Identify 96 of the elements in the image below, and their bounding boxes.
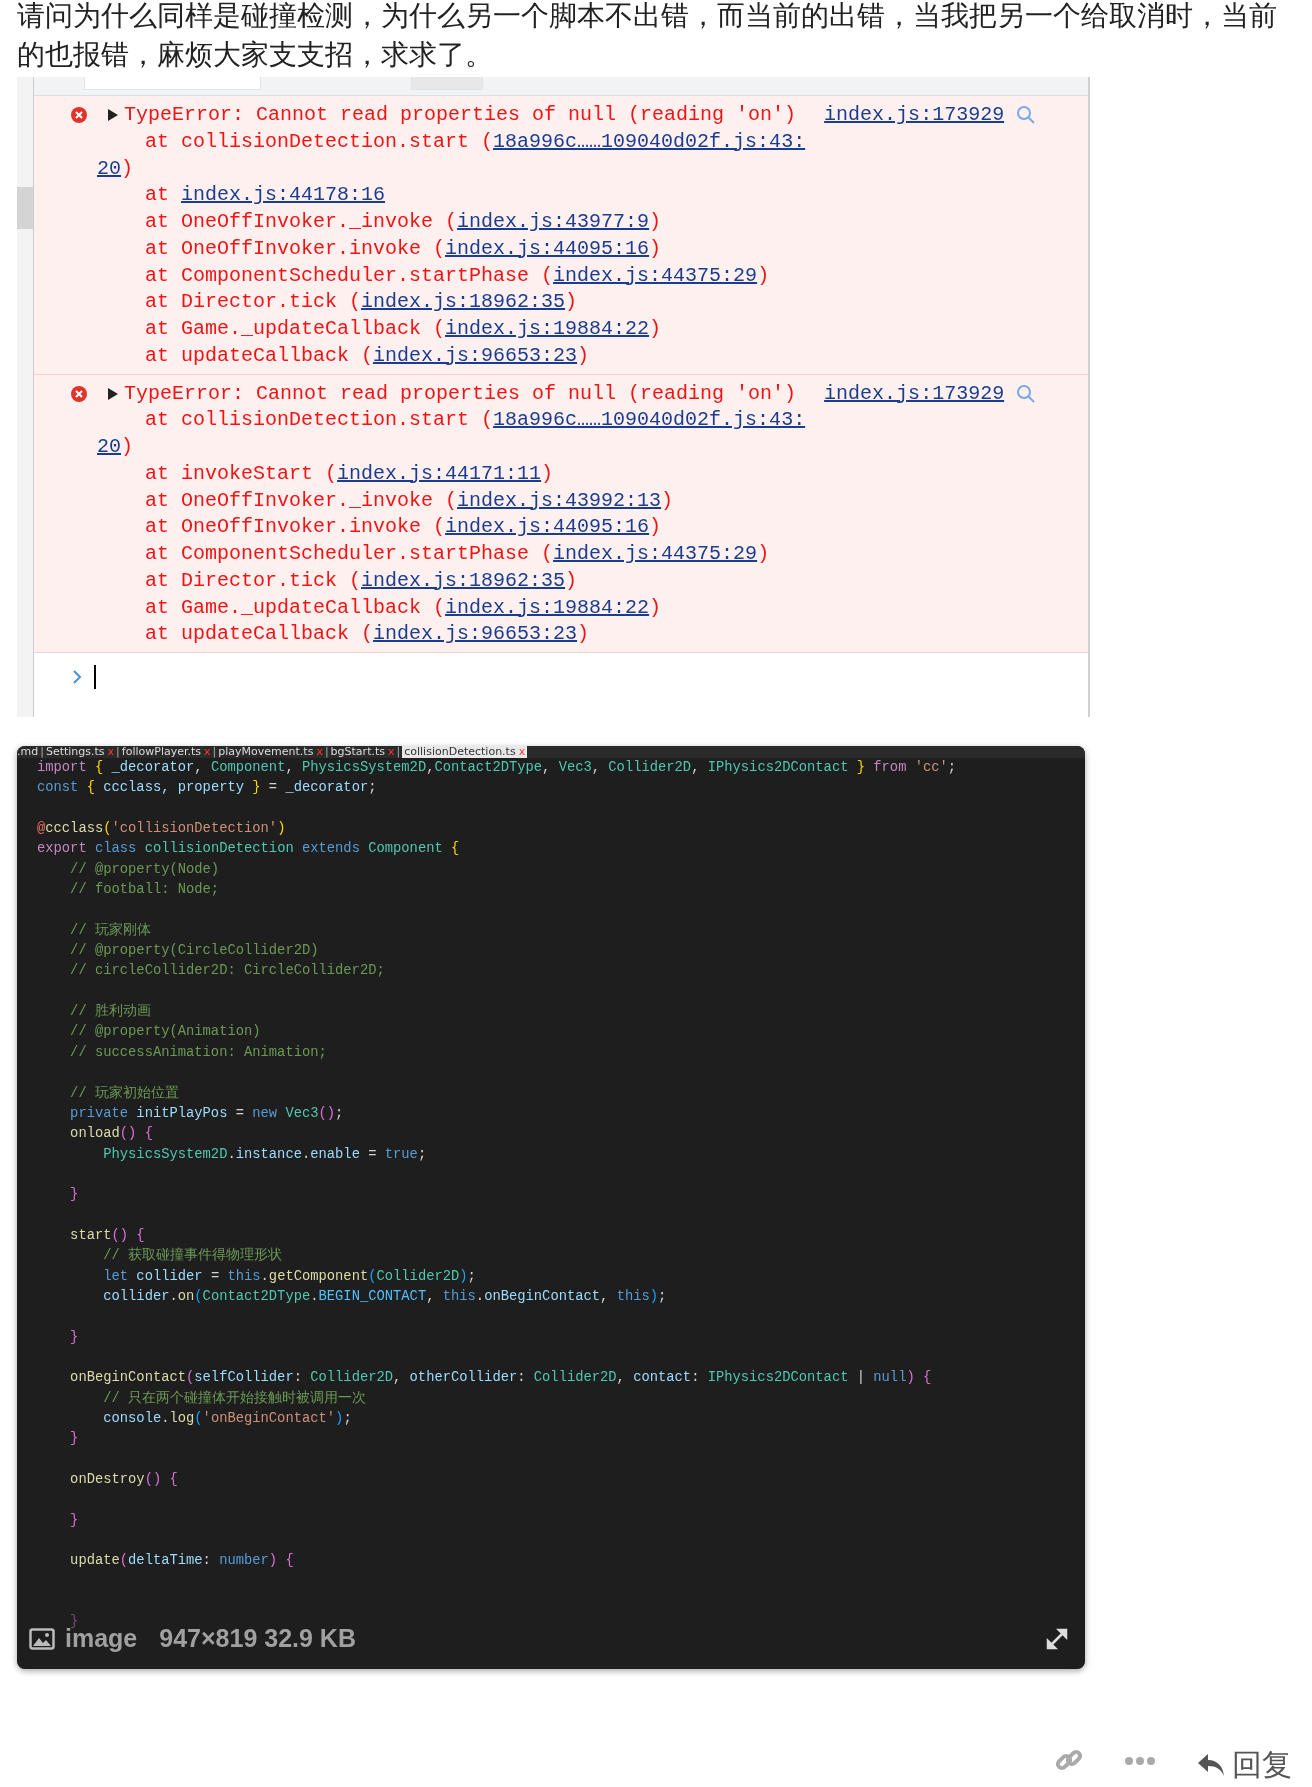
code-line: const { ccclass, property } = _decorator; (37, 779, 378, 798)
error-message: TypeError: Cannot read properties of null (reading 'on') (124, 380, 797, 407)
image-icon (29, 1627, 55, 1650)
close-icon[interactable]: x (204, 746, 211, 758)
link[interactable]: index.js:19884:22 (445, 595, 650, 619)
file-tab[interactable]: followPlayer.ts x (121, 746, 211, 758)
stack-trace-line: at Director.tick (index.js:18962:35) (144, 289, 579, 316)
file-tab[interactable]: Settings.ts x (45, 746, 115, 758)
stack-trace-line: at collisionDetection.start (18a996c……109040d02f.js:43: 20) (97, 407, 806, 460)
link[interactable]: index.js:96653:23 (373, 622, 578, 646)
stack-trace-line: at updateCallback (index.js:96653:23) (144, 342, 591, 369)
error-message: TypeError: Cannot read properties of null (reading 'on') (124, 102, 797, 128)
code-line: PhysicsSystem2D.instance.enable = true; (102, 1145, 428, 1164)
code-line: // circleCollider2D: CircleCollider2D; (69, 962, 386, 981)
more-icon[interactable] (1124, 1754, 1156, 1767)
close-icon[interactable]: x (107, 746, 115, 758)
code-line: onDestroy() { (69, 1471, 179, 1490)
expand-icon[interactable] (1045, 1626, 1069, 1651)
source-link[interactable]: index.js:173929 (824, 380, 1005, 408)
link[interactable]: 20 (97, 435, 121, 458)
link[interactable]: index.js:44171:11 (337, 461, 542, 485)
code-line: // football: Node; (69, 881, 221, 900)
code-line: // 玩家刚体 (69, 921, 152, 940)
code-line: update(deltaTime: number) { (69, 1552, 295, 1571)
stack-trace-line: at ComponentScheduler.startPhase (index.js:44375:29) (144, 541, 771, 567)
tab-separator: | (323, 746, 330, 758)
file-tab[interactable]: playMovement.ts x (218, 746, 323, 758)
link[interactable]: index.js:43992:13 (457, 488, 662, 512)
code-line: collider.on(Contact2DType.BEGIN_CONTACT, this.onBeginContact, this); (102, 1287, 668, 1306)
code-line: } (69, 1430, 80, 1449)
close-icon[interactable]: x (316, 746, 323, 758)
link[interactable]: index.js:43977:9 (457, 210, 650, 233)
stack-trace-line: at invokeStart (index.js:44171:11) (144, 460, 555, 487)
error-icon (70, 106, 88, 125)
tab-separator: | (211, 746, 218, 758)
stack-trace-line: at Director.tick (index.js:18962:35) (144, 567, 579, 594)
code-line: // successAnimation: Animation; (69, 1043, 328, 1062)
code-line: } (69, 1328, 80, 1347)
expand-triangle-icon[interactable] (108, 387, 118, 400)
close-icon[interactable]: x (388, 746, 395, 758)
code-line: // @property(Node) (69, 860, 221, 879)
source-link[interactable]: index.js:173929 (824, 102, 1005, 129)
code-line: // @property(Animation) (69, 1023, 262, 1042)
code-line: // @property(CircleCollider2D) (69, 942, 320, 961)
stack-trace-line: at ComponentScheduler.startPhase (index.js:44375:29) (144, 262, 771, 289)
code-line: private initPlayPos = new Vec3(); (69, 1104, 345, 1123)
tab-separator: | (115, 746, 121, 758)
stack-trace-line: at index.js:44178:16 (144, 182, 387, 209)
link[interactable]: index.js:44095:16 (445, 236, 650, 260)
code-line: // 获取碰撞事件得物理形状 (102, 1246, 284, 1266)
file-tab[interactable]: collisionDetection.ts x (402, 746, 528, 758)
tab-separator: | (395, 746, 402, 758)
stack-trace-line: at updateCallback (index.js:96653:23) (144, 621, 591, 648)
code-line: } (69, 1186, 80, 1205)
link[interactable]: 20 (97, 156, 121, 180)
stack-trace-line: at OneOffInvoker._invoke (index.js:43992:13) (144, 487, 675, 514)
stack-trace-line: at OneOffInvoker._invoke (index.js:43977:9) (144, 209, 663, 235)
stack-trace-line: at collisionDetection.start (18a996c……109040d02f.js:43: 20) (97, 128, 806, 182)
link[interactable]: index.js:44375:29 (553, 542, 758, 565)
code-line: start() { (69, 1226, 146, 1245)
file-tab[interactable]: bgStart.ts x (330, 746, 395, 758)
text-cursor (94, 665, 96, 689)
chevron-icon (72, 670, 82, 684)
link[interactable]: index.js:44095:16 (445, 515, 650, 539)
stack-trace-line: at Game._updateCallback (index.js:19884:22) (144, 316, 663, 342)
code-line: } (69, 1511, 80, 1530)
search-icon[interactable] (1016, 105, 1037, 126)
reply-button[interactable]: 回复 (1196, 1744, 1292, 1786)
stack-trace-line: at OneOffInvoker.invoke (index.js:44095:16) (144, 514, 663, 541)
code-line: export class collisionDetection extends Component { (37, 840, 461, 859)
link[interactable]: index.js:44178:16 (181, 183, 386, 207)
link[interactable]: 18a996c……109040d02f.js:43: (493, 408, 806, 432)
code-line: // 玩家初始位置 (69, 1084, 180, 1103)
code-line: // 只在两个碰撞体开始接触时被调用一次 (102, 1389, 368, 1408)
image-meta: 947×819 32.9 KB (159, 1624, 356, 1654)
stack-trace-line: at Game._updateCallback (index.js:19884:22) (144, 594, 663, 621)
code-line: // 胜利动画 (69, 1002, 152, 1022)
link[interactable]: index.js:44375:29 (553, 263, 758, 287)
question-text: 请问为什么同样是碰撞检测，为什么另一个脚本不出错，而当前的出错，当我把另一个给取消时，当前的也报错，麻烦大家支支招，求求了。 (17, 0, 1278, 73)
expand-triangle-icon[interactable] (108, 109, 118, 122)
code-line: console.log('onBeginContact'); (102, 1410, 353, 1428)
error-icon (70, 384, 88, 403)
link[interactable]: 18a996c……109040d02f.js:43: (493, 129, 806, 153)
tab-separator: | (39, 746, 45, 758)
code-line: onBeginContact(selfCollider: Collider2D, otherCollider: Collider2D, contact: IPhysics2DContact | null) { (69, 1369, 933, 1388)
search-icon[interactable] (1016, 383, 1037, 404)
code-line: onload() { (69, 1125, 154, 1144)
code-line: let collider = this.getComponent(Collider2D); (102, 1267, 477, 1286)
code-line: import { _decorator, Component, PhysicsSystem2D,Contact2DType, Vec3, Collider2D, IPhysics2DContact } from 'cc'; (37, 759, 958, 777)
link[interactable]: index.js:18962:35 (361, 568, 566, 592)
link[interactable]: index.js:96653:23 (373, 343, 578, 367)
link[interactable]: index.js:19884:22 (445, 317, 650, 340)
file-tab[interactable]: .md (17, 746, 39, 758)
code-line: @ccclass('collisionDetection') (37, 820, 287, 839)
stack-trace-line: at OneOffInvoker.invoke (index.js:44095:16) (144, 235, 663, 262)
link[interactable]: index.js:18962:35 (361, 290, 566, 314)
